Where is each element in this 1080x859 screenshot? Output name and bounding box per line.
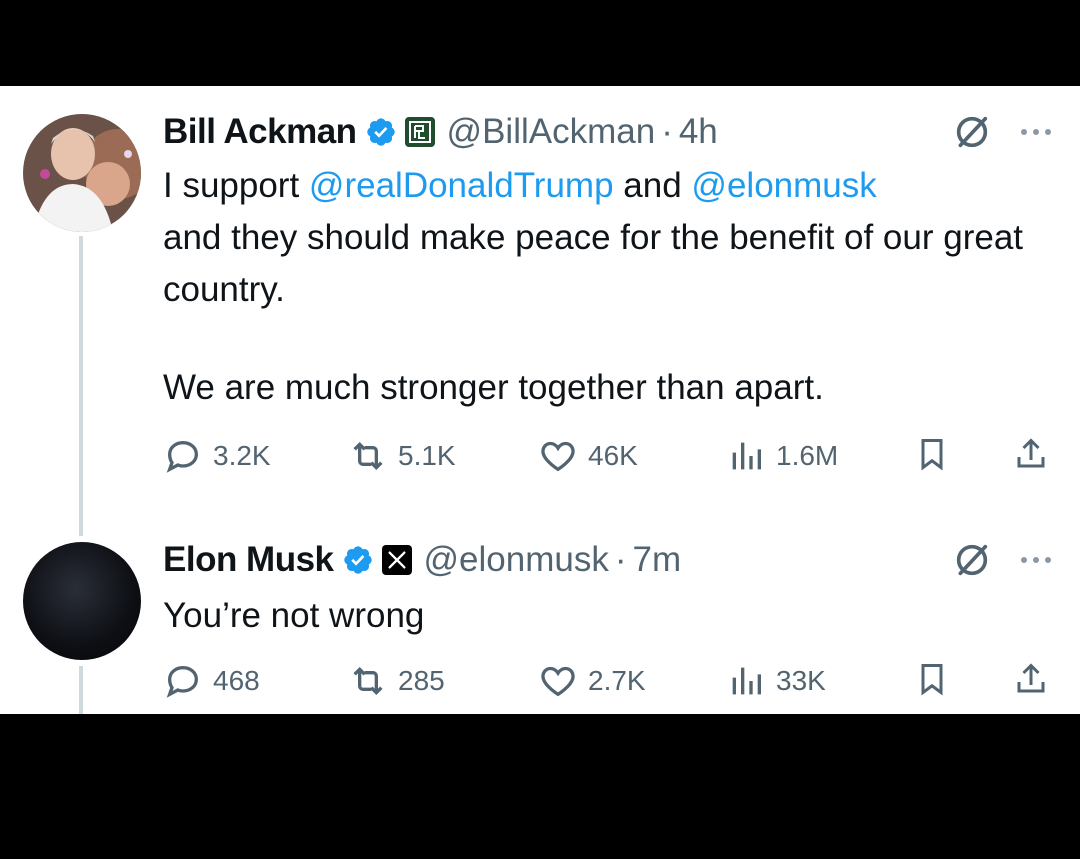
more-options-icon[interactable] <box>1016 550 1056 570</box>
tweet-text: I support @realDonaldTrump and @elonmusk… <box>163 160 1063 414</box>
heart-icon <box>541 666 575 697</box>
bookmark-button[interactable] <box>914 436 960 472</box>
tweet-header: Elon Musk @elonmusk · 7m <box>163 536 681 584</box>
grok-icon[interactable] <box>952 112 992 152</box>
analytics-icon <box>732 667 761 695</box>
avatar-elon-musk[interactable] <box>23 542 141 660</box>
repost-button[interactable]: 285 <box>348 661 445 701</box>
tweet-thread-panel: Bill Ackman @BillAckman · 4h I support @… <box>0 86 1080 714</box>
tweet-text-line-2: and they should make peace for the benef… <box>163 218 1024 309</box>
tweet-text: You’re not wrong <box>163 596 425 635</box>
heart-icon <box>541 441 575 472</box>
reply-count: 3.2K <box>213 440 271 471</box>
x-logo-badge-icon[interactable] <box>381 545 412 575</box>
text-part: I support <box>163 166 309 205</box>
tweet-action-bar: 3.2K 5.1K 46K 1.6M <box>0 436 1080 480</box>
more-options-icon[interactable] <box>1016 122 1056 142</box>
reply-button[interactable]: 3.2K <box>163 436 271 476</box>
display-name[interactable]: Bill Ackman <box>163 112 357 152</box>
verified-badge-icon[interactable] <box>365 116 397 148</box>
views-button[interactable]: 1.6M <box>726 436 838 476</box>
display-name[interactable]: Elon Musk <box>163 540 334 580</box>
like-button[interactable]: 46K <box>538 436 638 476</box>
mention-link-realdonaldtrump[interactable]: @realDonaldTrump <box>309 166 614 205</box>
tweet-header: Bill Ackman @BillAckman · 4h <box>163 108 718 156</box>
avatar-bill-ackman[interactable] <box>23 114 141 232</box>
verified-badge-icon[interactable] <box>342 544 374 576</box>
reply-icon <box>166 440 199 473</box>
tweet-action-bar: 468 285 2.7K 33K <box>0 661 1080 705</box>
pershing-square-badge-icon[interactable] <box>404 117 435 147</box>
share-icon <box>1017 663 1045 693</box>
reply-icon <box>166 665 199 698</box>
analytics-icon <box>732 442 761 470</box>
bookmark-button[interactable] <box>914 661 960 697</box>
view-count: 1.6M <box>776 440 839 471</box>
view-count: 33K <box>776 665 826 696</box>
separator-dot: · <box>614 540 627 579</box>
views-button[interactable]: 33K <box>726 661 826 701</box>
reply-count: 468 <box>213 665 260 696</box>
username-handle[interactable]: @elonmusk <box>424 540 609 580</box>
share-icon <box>1017 438 1045 468</box>
repost-icon <box>353 441 383 471</box>
bookmark-icon <box>921 439 943 471</box>
reply-button[interactable]: 468 <box>163 661 260 701</box>
bookmark-icon <box>921 664 943 696</box>
tweet-text-line-3: We are much stronger together than apart… <box>163 368 824 407</box>
like-count: 2.7K <box>588 665 646 696</box>
repost-count: 285 <box>398 665 445 696</box>
grok-icon[interactable] <box>952 540 992 580</box>
tweet-text-line-1: I support @realDonaldTrump and @elonmusk <box>163 160 1063 212</box>
repost-icon <box>353 666 383 696</box>
timestamp[interactable]: 4h <box>679 112 718 152</box>
text-part: and <box>613 166 692 205</box>
share-button[interactable] <box>1013 436 1059 472</box>
thread-connector-line <box>79 236 83 536</box>
timestamp[interactable]: 7m <box>633 540 682 580</box>
repost-count: 5.1K <box>398 440 456 471</box>
mention-link-elonmusk[interactable]: @elonmusk <box>691 166 876 205</box>
share-button[interactable] <box>1013 661 1059 697</box>
like-count: 46K <box>588 440 638 471</box>
repost-button[interactable]: 5.1K <box>348 436 456 476</box>
like-button[interactable]: 2.7K <box>538 661 646 701</box>
separator-dot: · <box>661 112 673 151</box>
username-handle[interactable]: @BillAckman <box>447 112 656 152</box>
